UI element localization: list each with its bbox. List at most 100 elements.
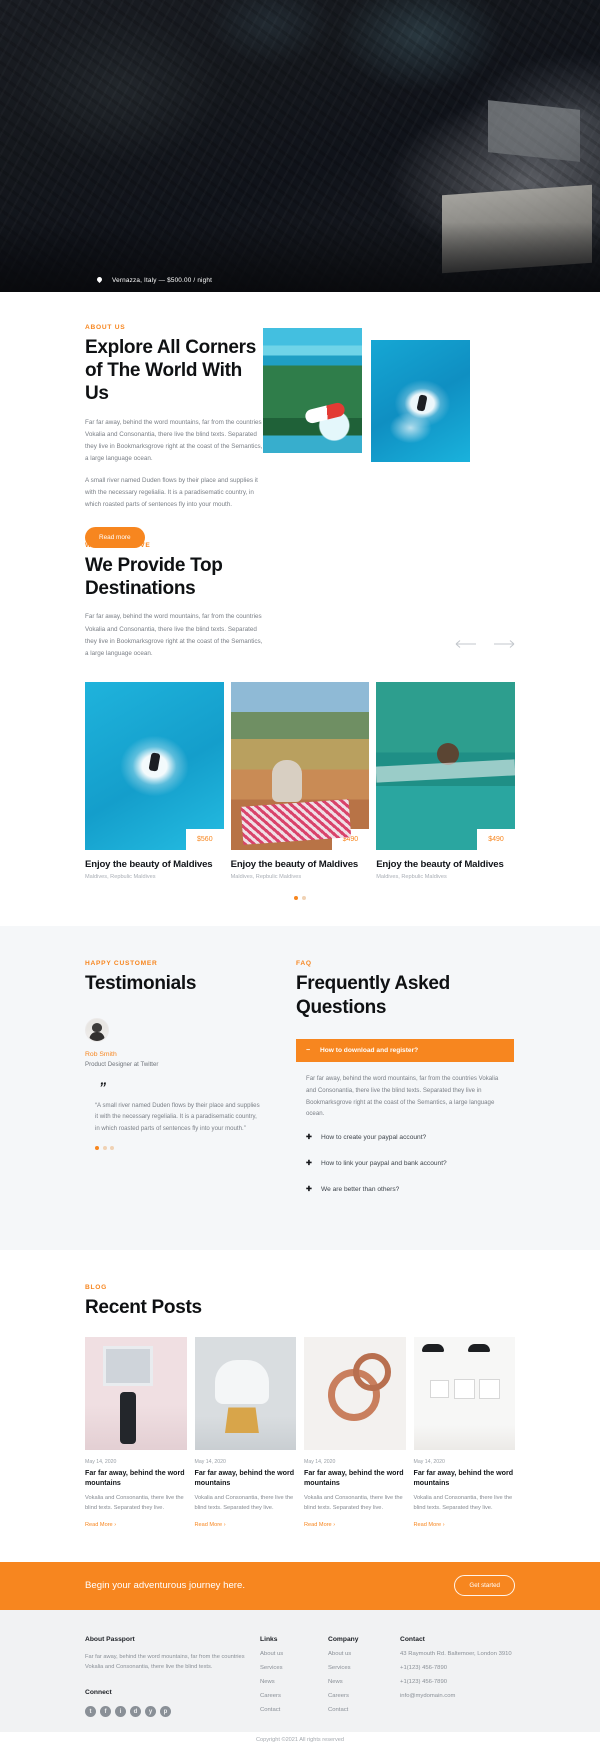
footer-about-heading: About Passport [85, 1635, 135, 1643]
cta-text: Begin your adventurous journey here. [85, 1580, 245, 1592]
read-more-link[interactable]: Read More › [195, 1522, 297, 1528]
cta-banner: Begin your adventurous journey here. Get… [0, 1561, 600, 1610]
footer-email[interactable]: info@mydomain.com [400, 1693, 515, 1699]
avatar [85, 1017, 109, 1042]
footer-link[interactable]: News [260, 1679, 328, 1685]
hero-caption: Vernazza, Italy — $500.00 / night [96, 277, 212, 284]
blog-post-title: Far far away, behind the word mountains [85, 1469, 185, 1488]
plus-icon: ✚ [306, 1186, 312, 1194]
facebook-icon[interactable]: f [100, 1706, 111, 1718]
blog-section: BLOG Recent Posts May 14, 2020 Far far a… [0, 1250, 600, 1528]
destination-title: Enjoy the beauty of Maldives [376, 859, 504, 871]
destination-title: Enjoy the beauty of Maldives [85, 859, 213, 871]
blog-image [194, 1337, 296, 1451]
pagination-dot[interactable] [110, 1146, 114, 1151]
destination-title: Enjoy the beauty of Maldives [230, 859, 359, 871]
blog-title: Recent Posts [85, 1297, 202, 1319]
footer-address: 43 Raymouth Rd. Baltemoer, London 3910 [400, 1650, 512, 1657]
blog-card-list: May 14, 2020 Far far away, behind the wo… [85, 1337, 515, 1528]
landing-page: Vernazza, Italy — $500.00 / night ABOUT … [0, 0, 600, 1743]
hero-building-far [488, 100, 580, 162]
faq-accordion: − How to download and register? Far far … [296, 1038, 514, 1203]
blog-card[interactable]: May 14, 2020 Far far away, behind the wo… [85, 1337, 187, 1528]
faq-answer: Far far away, behind the word mountains,… [306, 1074, 499, 1118]
faq-item-expanded[interactable]: − How to download and register? [296, 1038, 514, 1062]
footer-link[interactable]: Services [328, 1665, 400, 1671]
faq-item[interactable]: ✚ We are better than others? [296, 1176, 514, 1202]
testimonial-author-name: Rob Smith [85, 1050, 117, 1058]
footer-link[interactable]: News [328, 1679, 400, 1685]
youtube-icon[interactable]: y [145, 1706, 156, 1718]
blog-excerpt: Vokalia and Consonantia, there live the … [194, 1494, 294, 1511]
footer-phone-2[interactable]: +1(123) 456-7890 [400, 1679, 515, 1685]
blog-excerpt: Vokalia and Consonantia, there live the … [85, 1494, 184, 1511]
faq-item[interactable]: ✚ How to create your paypal account? [296, 1124, 514, 1150]
footer-company-heading: Company [328, 1635, 359, 1643]
footer-links-heading: Links [260, 1635, 278, 1643]
destinations-title: We Provide Top Destinations [85, 555, 223, 600]
footer-link[interactable]: About us [328, 1651, 400, 1657]
footer-about-column: About Passport Far far away, behind the … [85, 1635, 260, 1718]
price-badge: $490 [477, 829, 515, 851]
quote-icon: ” [99, 1078, 106, 1095]
faq-item[interactable]: ✚ How to link your paypal and bank accou… [296, 1150, 514, 1176]
footer-link[interactable]: Contact [328, 1707, 400, 1713]
price-badge: $490 [331, 829, 370, 851]
destination-card-list: $560 Enjoy the beauty of Maldives Maldiv… [85, 682, 515, 880]
about-image-jetski [371, 340, 470, 462]
destination-image: $560 [85, 682, 224, 851]
footer-about-text: Far far away, behind the word mountains,… [85, 1653, 245, 1671]
about-paragraph-1: Far far away, behind the word mountains,… [85, 418, 263, 463]
destinations-section: WHAT WE SERVE We Provide Top Destination… [0, 532, 600, 901]
get-started-button[interactable]: Get started [454, 1575, 515, 1597]
footer-company-column: Company About us Services News Careers C… [328, 1636, 400, 1717]
pinterest-icon[interactable]: p [160, 1706, 171, 1718]
footer-link[interactable]: Services [260, 1665, 328, 1671]
arrow-right-icon[interactable] [493, 638, 515, 650]
dribbble-icon[interactable]: d [130, 1706, 141, 1718]
destination-card[interactable]: $490 Enjoy the beauty of Maldives Maldiv… [230, 682, 370, 881]
footer-link[interactable]: Careers [260, 1693, 328, 1699]
destination-card[interactable]: $560 Enjoy the beauty of Maldives Maldiv… [85, 682, 224, 880]
footer-contact-column: Contact 43 Raymouth Rd. Baltemoer, Londo… [400, 1636, 515, 1717]
about-title: Explore All Corners of The World With Us [85, 337, 256, 405]
faq-question: We are better than others? [321, 1185, 400, 1193]
faq-question: How to create your paypal account? [321, 1133, 427, 1141]
footer-link[interactable]: Contact [260, 1707, 328, 1713]
destination-image: $490 [230, 682, 370, 851]
blog-card[interactable]: May 14, 2020 Far far away, behind the wo… [413, 1337, 516, 1528]
pagination-dot[interactable] [294, 896, 298, 901]
faq-question: How to link your paypal and bank account… [321, 1159, 447, 1167]
destination-image: $490 [376, 682, 515, 851]
read-more-button[interactable]: Read more [85, 527, 145, 549]
pagination-dot[interactable] [102, 1146, 107, 1151]
blog-post-title: Far far away, behind the word mountains [194, 1469, 295, 1488]
pagination-dot[interactable] [95, 1146, 99, 1151]
twitter-icon[interactable]: t [85, 1706, 96, 1718]
blog-post-title: Far far away, behind the word mountains [413, 1469, 514, 1488]
destination-subtitle: Maldives, Repbulic Maldives [230, 874, 302, 881]
footer-phone-1[interactable]: +1(123) 456-7890 [400, 1665, 515, 1671]
copyright-text: Copyright ©2021 All rights reserved [255, 1737, 345, 1743]
arrow-left-icon[interactable] [455, 638, 477, 650]
blog-card[interactable]: May 14, 2020 Far far away, behind the wo… [194, 1337, 297, 1528]
blog-card[interactable]: May 14, 2020 Far far away, behind the wo… [304, 1337, 406, 1528]
read-more-link[interactable]: Read More › [85, 1522, 187, 1528]
hero-gradient-overlay [0, 222, 600, 292]
plus-icon: ✚ [306, 1134, 312, 1142]
destination-card[interactable]: $490 Enjoy the beauty of Maldives Maldiv… [376, 682, 515, 880]
about-copy: ABOUT US Explore All Corners of The Worl… [85, 324, 267, 549]
instagram-icon[interactable]: i [115, 1706, 126, 1718]
about-eyebrow: ABOUT US [85, 324, 126, 331]
footer-link[interactable]: About us [260, 1651, 328, 1657]
carousel-pagination [85, 896, 515, 901]
read-more-link[interactable]: Read More › [414, 1522, 516, 1528]
social-links: t f i d y p [85, 1706, 260, 1718]
destinations-description: Far far away, behind the word mountains,… [85, 613, 263, 658]
faq-column: FAQ Frequently Asked Questions − How to … [296, 960, 514, 1202]
read-more-link[interactable]: Read More › [304, 1522, 406, 1528]
footer-link[interactable]: Careers [328, 1693, 400, 1699]
blog-date: May 14, 2020 [194, 1459, 226, 1466]
blog-image [304, 1337, 406, 1451]
pagination-dot[interactable] [302, 896, 306, 901]
